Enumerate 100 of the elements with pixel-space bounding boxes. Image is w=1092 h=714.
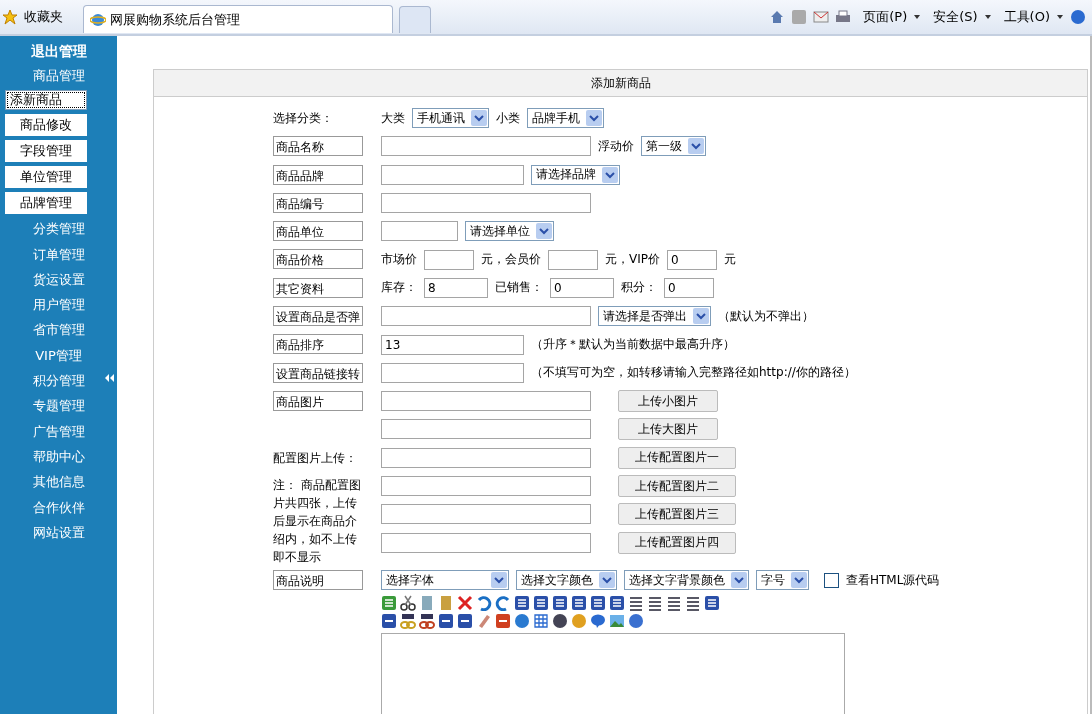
field-label: 设置商品是否弹 <box>273 306 363 327</box>
sidebar-subitem[interactable]: 品牌管理 <box>4 192 87 215</box>
field-text: 积分： <box>621 279 657 297</box>
field-text: 库存： <box>381 279 417 297</box>
caret-icon[interactable] <box>913 13 922 21</box>
text-input[interactable] <box>381 476 591 496</box>
browser-tab[interactable]: 网展购物系统后台管理 <box>83 5 393 33</box>
field-label: 商品单位 <box>273 221 363 242</box>
text-input[interactable] <box>548 249 598 270</box>
field-text: （不填写可为空，如转移请输入完整路径如http://你的路径） <box>531 364 856 382</box>
unlink-icon[interactable] <box>419 613 435 630</box>
browser-menu[interactable]: 页面(P) <box>863 8 908 26</box>
field-label: 商品图片 <box>273 390 363 411</box>
sidebar-item[interactable]: 商品管理 <box>17 63 100 89</box>
mail-icon[interactable] <box>813 9 830 25</box>
home-icon[interactable] <box>769 9 786 25</box>
sidebar-item[interactable]: 分类管理 <box>17 216 100 242</box>
align-icon[interactable] <box>571 595 587 612</box>
print-icon[interactable] <box>835 9 852 25</box>
dropdown[interactable]: 品牌手机 <box>527 108 604 129</box>
sidebar-item[interactable]: 货运设置 <box>17 266 100 293</box>
field-text: 浮动价 <box>598 137 634 155</box>
collapse-arrows-icon[interactable] <box>104 374 114 382</box>
field-label: 商品排序 <box>273 334 363 355</box>
caret-icon[interactable] <box>1056 13 1064 21</box>
text-input[interactable] <box>381 136 591 157</box>
text-input[interactable]: 0 <box>664 277 714 298</box>
sidebar-subitem[interactable]: 单位管理 <box>4 166 87 189</box>
text-input[interactable]: 13 <box>381 334 524 355</box>
sidebar-item[interactable]: 积分管理 <box>17 368 100 394</box>
sidebar-item[interactable]: 网站设置 <box>17 519 100 546</box>
text-input[interactable] <box>381 221 458 242</box>
text-input[interactable] <box>381 391 591 412</box>
star-icon[interactable] <box>2 9 18 25</box>
browser-menu[interactable]: 安全(S) <box>933 8 978 26</box>
field-text: 小类 <box>496 109 520 127</box>
dropdown[interactable]: 选择字体 <box>381 570 509 590</box>
upload-button[interactable]: 上传配置图片二 <box>618 475 736 497</box>
logout-link[interactable]: 退出管理 <box>30 39 87 63</box>
sidebar-subitem[interactable]: 字段管理 <box>4 140 87 163</box>
text-input[interactable] <box>381 362 524 383</box>
sidebar-subitem[interactable]: 添新商品 <box>4 90 87 111</box>
caret-icon[interactable] <box>983 13 992 21</box>
sidebar-item[interactable]: 订单管理 <box>17 241 100 267</box>
list-icon[interactable] <box>628 595 644 612</box>
dropdown[interactable]: 选择文字背景颜色 <box>624 570 749 590</box>
redo-icon[interactable] <box>495 595 511 612</box>
dropdown[interactable]: 选择文字颜色 <box>516 570 617 590</box>
text-input[interactable]: 0 <box>667 249 717 270</box>
sidebar-subitem[interactable]: 商品修改 <box>4 114 87 137</box>
text-input[interactable]: 0 <box>550 277 614 298</box>
text-input[interactable] <box>381 419 591 440</box>
undo-icon[interactable] <box>476 595 492 612</box>
picture-icon[interactable] <box>609 613 625 630</box>
field-text: （升序＊默认为当前数据中最高升序） <box>531 336 735 353</box>
dropdown[interactable]: 请选择是否弹出 <box>598 306 711 327</box>
scissors-icon[interactable] <box>400 595 416 612</box>
text-input[interactable] <box>381 447 591 468</box>
text-input[interactable] <box>381 306 591 327</box>
align-icon[interactable] <box>609 595 625 612</box>
upload-button[interactable]: 上传大图片 <box>618 418 718 441</box>
sidebar-item[interactable]: VIP管理 <box>17 342 100 369</box>
field-text: 元，VIP价 <box>605 251 660 269</box>
dropdown[interactable]: 手机通讯 <box>412 108 489 129</box>
sidebar-item[interactable]: 合作伙伴 <box>17 494 100 520</box>
field-label: 商品编号 <box>273 192 363 213</box>
field-text: （默认为不弹出） <box>718 307 814 325</box>
sidebar-item[interactable]: 用户管理 <box>17 292 100 318</box>
text-input[interactable] <box>381 193 591 214</box>
table-icon[interactable] <box>533 613 549 630</box>
field-text: 市场价 <box>381 251 417 269</box>
sidebar-item[interactable]: 省市管理 <box>17 317 100 343</box>
field-label: 其它资料 <box>273 277 363 298</box>
upload-button[interactable]: 上传配置图片四 <box>618 531 736 554</box>
sidebar-item[interactable]: 其他信息 <box>17 469 100 495</box>
dropdown[interactable]: 请选择单位 <box>465 221 554 242</box>
field-text: 大类 <box>381 109 405 127</box>
upload-button[interactable]: 上传配置图片三 <box>618 503 736 526</box>
browser-menu[interactable]: 工具(O) <box>1003 8 1050 26</box>
text-input[interactable] <box>381 532 591 553</box>
delete-icon[interactable] <box>457 595 473 612</box>
sidebar-item[interactable]: 广告管理 <box>17 418 100 444</box>
text-input[interactable] <box>381 504 591 525</box>
sidebar-item[interactable]: 专题管理 <box>17 393 100 419</box>
link-icon[interactable] <box>400 613 416 630</box>
text-input[interactable] <box>381 164 524 185</box>
upload-button[interactable]: 上传配置图片一 <box>618 446 736 469</box>
sidebar-item[interactable]: 帮助中心 <box>17 443 100 470</box>
field-text: 已销售： <box>495 279 543 297</box>
text-input[interactable] <box>424 249 474 270</box>
favorites-link[interactable]: 收藏夹 <box>24 8 63 26</box>
upload-button[interactable]: 上传小图片 <box>618 390 718 413</box>
text-input[interactable]: 8 <box>424 277 488 298</box>
speech-bubble-icon[interactable] <box>590 613 606 630</box>
dropdown[interactable]: 字号 <box>756 570 809 590</box>
list-icon[interactable] <box>647 595 663 612</box>
align-icon[interactable] <box>590 595 606 612</box>
checkbox[interactable] <box>824 572 839 588</box>
dropdown[interactable]: 请选择品牌 <box>531 164 620 185</box>
dropdown[interactable]: 第一级 <box>641 136 706 157</box>
